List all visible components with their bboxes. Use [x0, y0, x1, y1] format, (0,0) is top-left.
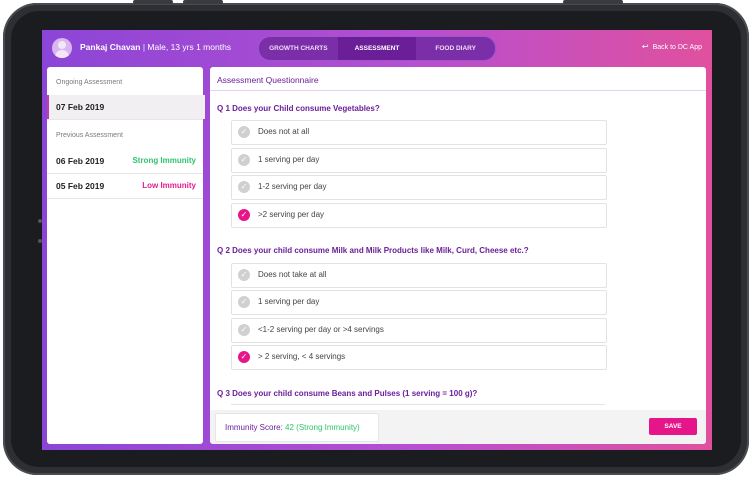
tablet-button [133, 0, 173, 4]
tab-growth-charts[interactable]: GROWTH CHARTS [259, 37, 338, 60]
check-circle-icon: ✓ [238, 351, 250, 363]
top-bar: Pankaj Chavan | Male, 13 yrs 1 months GR… [42, 30, 712, 66]
assessment-date: 05 Feb 2019 [56, 181, 105, 191]
sidebar-item-ongoing[interactable]: 07 Feb 2019 [47, 95, 205, 119]
patient-name: Pankaj Chavan [80, 42, 141, 52]
divider [47, 119, 203, 120]
questionnaire-panel: Assessment Questionnaire Q 1 Does your C… [210, 67, 706, 444]
previous-label: Previous Assessment [56, 132, 123, 139]
answer-option[interactable]: ✓ Does not at all [231, 120, 607, 145]
assessment-date: 06 Feb 2019 [56, 156, 105, 166]
answer-option[interactable]: ✓ <1-2 serving per day or >4 servings [231, 318, 607, 343]
check-circle-icon: ✓ [238, 296, 250, 308]
patient-details: Male, 13 yrs 1 months [147, 42, 232, 52]
answer-option-selected[interactable]: ✓ > 2 serving, < 4 servings [231, 345, 607, 370]
sidebar-item-previous[interactable]: 05 Feb 2019 Low Immunity [47, 174, 203, 198]
user-avatar-icon[interactable] [52, 38, 72, 58]
panel-title: Assessment Questionnaire [217, 75, 319, 85]
immunity-score-value: 42 (Strong Immunity) [285, 423, 360, 432]
check-circle-icon: ✓ [238, 269, 250, 281]
check-circle-icon: ✓ [238, 126, 250, 138]
sidebar-item-previous[interactable]: 06 Feb 2019 Strong Immunity [47, 149, 203, 173]
back-to-app-link[interactable]: ↩ Back to DC App [642, 42, 702, 51]
answer-option[interactable]: ✓ 1 serving per day [231, 148, 607, 173]
footer-bar: Immunity Score: 42 (Strong Immunity) SAV… [210, 410, 706, 444]
patient-info: Pankaj Chavan | Male, 13 yrs 1 months [80, 42, 232, 52]
check-circle-icon: ✓ [238, 154, 250, 166]
tab-food-diary[interactable]: FOOD DIARY [416, 37, 495, 60]
tablet-button [563, 0, 623, 4]
assessment-date: 07 Feb 2019 [56, 102, 105, 112]
answer-option[interactable]: ✓ 1-2 serving per day [231, 175, 607, 200]
immunity-score: Immunity Score: 42 (Strong Immunity) [225, 423, 360, 432]
check-circle-icon: ✓ [238, 324, 250, 336]
back-arrow-icon: ↩ [641, 42, 649, 51]
answer-option[interactable]: ✓ Does not take at all [231, 263, 607, 288]
immunity-status: Strong Immunity [132, 156, 196, 165]
tab-assessment[interactable]: ASSESSMENT [337, 37, 417, 60]
check-circle-icon: ✓ [238, 181, 250, 193]
immunity-score-box: Immunity Score: 42 (Strong Immunity) [215, 413, 379, 442]
tab-bar: GROWTH CHARTS ASSESSMENT FOOD DIARY [258, 36, 496, 61]
question-3: Q 3 Does your child consume Beans and Pu… [217, 389, 478, 398]
immunity-status: Low Immunity [142, 181, 196, 190]
check-circle-icon: ✓ [238, 209, 250, 221]
ongoing-label: Ongoing Assessment [56, 79, 123, 86]
question-1: Q 1 Does your Child consume Vegetables? [217, 104, 380, 113]
app-screen: Pankaj Chavan | Male, 13 yrs 1 months GR… [42, 30, 712, 450]
divider [210, 90, 706, 91]
tablet-button [183, 0, 223, 4]
answer-option[interactable]: ✓ 1 serving per day [231, 290, 607, 315]
answer-option-selected[interactable]: ✓ >2 serving per day [231, 203, 607, 228]
save-button[interactable]: SAVE [649, 418, 697, 435]
assessment-sidebar: Ongoing Assessment 07 Feb 2019 Previous … [47, 67, 205, 444]
divider [47, 198, 203, 199]
question-2: Q 2 Does your child consume Milk and Mil… [217, 246, 529, 255]
